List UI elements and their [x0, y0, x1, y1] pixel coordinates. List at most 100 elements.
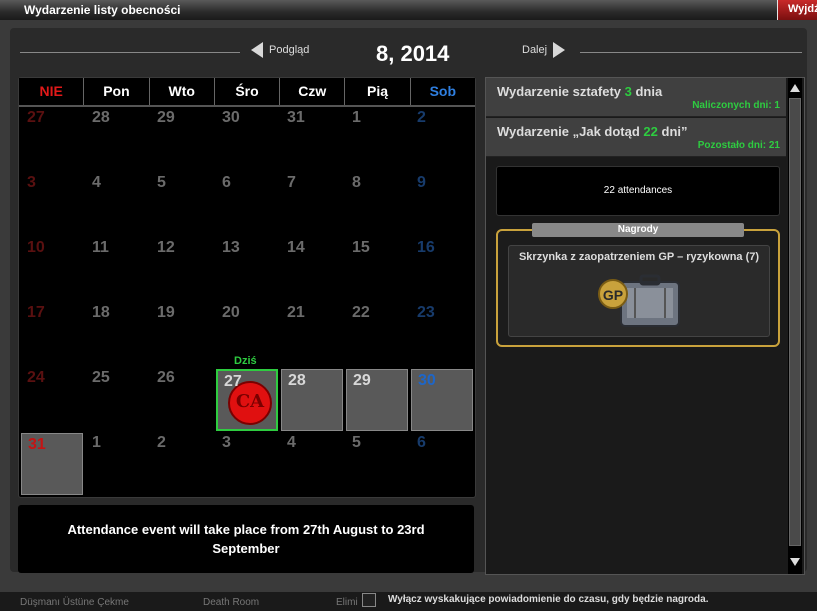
scroll-down-icon[interactable]: [790, 558, 800, 566]
day-cell[interactable]: 17: [21, 302, 83, 364]
day-cell[interactable]: 30: [411, 369, 473, 431]
month-title: 8, 2014: [376, 41, 450, 66]
day-cell[interactable]: 2: [411, 107, 473, 169]
day-number: 3: [222, 434, 231, 451]
day-cell[interactable]: 11: [86, 237, 148, 299]
day-number: 1: [92, 434, 101, 451]
day-cell[interactable]: 30: [216, 107, 278, 169]
day-cell[interactable]: 27: [21, 107, 83, 169]
weekday-sat: Sob: [429, 83, 457, 99]
day-number: 30: [222, 109, 240, 126]
day-cell[interactable]: 6: [411, 432, 473, 494]
day-number: 21: [287, 304, 305, 321]
popup-disable-checkbox[interactable]: [362, 593, 376, 607]
day-number: 4: [287, 434, 296, 451]
exit-button[interactable]: Wyjdź: [777, 0, 817, 20]
day-cell[interactable]: 25: [86, 367, 148, 429]
weekday-wed: Śro: [215, 78, 281, 105]
rewards-box: Nagrody Skrzynka z zaopatrzeniem GP – ry…: [496, 223, 780, 347]
weekday-sun: NIE: [19, 78, 85, 105]
day-cell[interactable]: 22: [346, 302, 408, 364]
day-cell[interactable]: 31: [21, 433, 83, 495]
event-total-title: Wydarzenie „Jak dotąd 22 dni”: [497, 124, 688, 139]
day-cell[interactable]: 28: [281, 369, 343, 431]
calendar-grid: 27 28 29 30 31 1 2 3 4 5 6 7 8 9 10 11 1…: [19, 107, 475, 497]
day-cell[interactable]: 15: [346, 237, 408, 299]
popup-disable-label: Wyłącz wyskakujące powiadomienie do czas…: [388, 594, 709, 605]
day-cell[interactable]: 13: [216, 237, 278, 299]
next-month-label: Dalej: [522, 44, 548, 56]
day-cell[interactable]: 26: [151, 367, 213, 429]
scrollbar[interactable]: [788, 78, 802, 574]
day-cell[interactable]: 2: [151, 432, 213, 494]
footer-item: Düşmanı Üstüne Çekme: [20, 597, 129, 608]
prev-month-label: Podgląd: [269, 44, 310, 56]
day-number: 19: [157, 304, 175, 321]
event-total: Wydarzenie „Jak dotąd 22 dni” Pozostało …: [486, 118, 786, 157]
day-number: 9: [417, 174, 426, 191]
day-cell[interactable]: 3: [21, 172, 83, 234]
day-cell[interactable]: 29: [151, 107, 213, 169]
day-number: 17: [27, 304, 45, 321]
weekday-thu: Czw: [280, 78, 346, 105]
day-cell[interactable]: 9: [411, 172, 473, 234]
day-cell[interactable]: 19: [151, 302, 213, 364]
day-cell[interactable]: 16: [411, 237, 473, 299]
day-number: 5: [157, 174, 166, 191]
day-number: 20: [222, 304, 240, 321]
next-month-button[interactable]: Dalej: [522, 42, 566, 58]
title-bar: Wydarzenie listy obecności Wyjdź: [0, 0, 817, 21]
day-cell[interactable]: 7: [281, 172, 343, 234]
event-message: Attendance event will take place from 27…: [18, 505, 474, 573]
day-cell[interactable]: 4: [281, 432, 343, 494]
day-cell-today[interactable]: CA 27: [216, 369, 278, 431]
day-number: 31: [287, 109, 305, 126]
event-relay-title: Wydarzenie sztafety 3 dnia: [497, 84, 663, 99]
footer-item: Elimi: [336, 597, 358, 608]
event-relay-sub: Naliczonych dni: 1: [692, 100, 780, 111]
window-title: Wydarzenie listy obecności: [24, 3, 181, 17]
day-number: 26: [157, 369, 175, 386]
day-cell[interactable]: 5: [151, 172, 213, 234]
supply-case-icon: GP: [598, 274, 680, 327]
day-number: 13: [222, 239, 240, 256]
day-number: 27: [27, 109, 45, 126]
day-cell[interactable]: 21: [281, 302, 343, 364]
day-number: 11: [92, 239, 109, 256]
day-cell[interactable]: 5: [346, 432, 408, 494]
reward-item-name: Skrzynka z zaopatrzeniem GP – ryzykowna …: [518, 251, 760, 263]
day-cell[interactable]: 31: [281, 107, 343, 169]
stamp-text: CA: [235, 391, 265, 412]
day-number: 2: [417, 109, 426, 126]
day-cell[interactable]: 6: [216, 172, 278, 234]
scroll-up-icon[interactable]: [790, 84, 800, 92]
weekday-header: NIE Pon Wto Śro Czw Pią Sob: [19, 78, 475, 107]
day-number: 25: [92, 369, 110, 386]
day-cell[interactable]: 4: [86, 172, 148, 234]
day-cell[interactable]: 1: [346, 107, 408, 169]
day-number: 28: [92, 109, 110, 126]
day-number: 24: [27, 369, 45, 386]
day-cell[interactable]: 1: [86, 432, 148, 494]
scroll-thumb[interactable]: [789, 98, 801, 546]
day-number: 18: [92, 304, 110, 321]
day-cell[interactable]: 3: [216, 432, 278, 494]
day-number: 10: [27, 239, 45, 256]
gp-coin-text: GP: [603, 287, 623, 303]
attendance-count: 22 attendances: [496, 166, 780, 216]
day-cell[interactable]: 18: [86, 302, 148, 364]
calendar: NIE Pon Wto Śro Czw Pią Sob 27 28 29 30 …: [18, 77, 476, 498]
reward-item[interactable]: Skrzynka z zaopatrzeniem GP – ryzykowna …: [508, 245, 770, 337]
day-cell[interactable]: 8: [346, 172, 408, 234]
day-cell[interactable]: 29: [346, 369, 408, 431]
weekday-mon: Pon: [84, 78, 150, 105]
day-cell[interactable]: 24: [21, 367, 83, 429]
prev-month-button[interactable]: Podgląd: [251, 42, 309, 58]
day-cell[interactable]: 28: [86, 107, 148, 169]
day-number: 22: [352, 304, 370, 321]
day-cell[interactable]: 12: [151, 237, 213, 299]
day-cell[interactable]: 23: [411, 302, 473, 364]
day-cell[interactable]: 10: [21, 237, 83, 299]
day-number: 3: [27, 174, 36, 191]
day-cell[interactable]: 14: [281, 237, 343, 299]
